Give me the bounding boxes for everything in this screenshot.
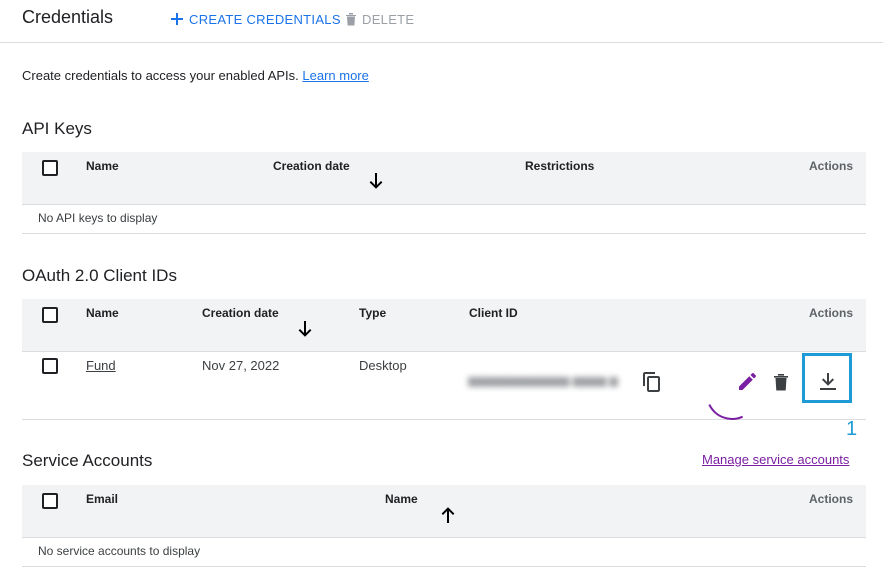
api-keys-empty-text: No API keys to display <box>38 211 158 225</box>
column-restrictions: Restrictions <box>525 159 595 173</box>
column-actions: Actions <box>809 306 854 320</box>
api-keys-title: API Keys <box>22 119 92 138</box>
oauth-title: OAuth 2.0 Client IDs <box>22 266 177 285</box>
client-creation-date: Nov 27, 2022 <box>202 358 280 373</box>
trash-icon <box>346 13 356 26</box>
sort-descending-icon[interactable] <box>297 320 313 338</box>
intro-description: Create credentials to access your enable… <box>22 68 299 83</box>
column-type[interactable]: Type <box>359 306 386 320</box>
oauth-table-header: Name Creation date Type Client ID Action… <box>22 299 866 352</box>
column-name[interactable]: Name <box>385 492 418 506</box>
plus-icon <box>171 13 183 25</box>
delete-client-button[interactable] <box>769 370 793 394</box>
client-name-link[interactable]: Fund <box>86 358 116 373</box>
api-keys-empty-row: No API keys to display <box>22 205 866 234</box>
page-title: Credentials <box>22 7 114 27</box>
copy-icon <box>643 372 660 392</box>
column-name[interactable]: Name <box>86 306 119 320</box>
service-accounts-title: Service Accounts <box>22 451 153 470</box>
column-creation-date[interactable]: Creation date <box>273 159 350 173</box>
column-name[interactable]: Name <box>86 159 119 173</box>
row-checkbox[interactable] <box>42 358 58 374</box>
column-actions: Actions <box>809 159 854 173</box>
delete-button[interactable]: DELETE <box>345 10 414 28</box>
copy-client-id-button[interactable] <box>640 370 664 394</box>
service-accounts-empty-row: No service accounts to display <box>22 538 866 567</box>
sort-ascending-icon[interactable] <box>440 506 456 524</box>
api-keys-select-all-checkbox[interactable] <box>42 160 58 176</box>
oauth-select-all-checkbox[interactable] <box>42 307 58 323</box>
client-type: Desktop <box>359 358 407 373</box>
pencil-icon <box>739 373 756 390</box>
column-creation-date[interactable]: Creation date <box>202 306 279 320</box>
column-actions: Actions <box>809 492 854 506</box>
create-credentials-button[interactable]: CREATE CREDENTIALS <box>170 10 341 28</box>
column-client-id: Client ID <box>469 306 518 320</box>
manage-service-accounts-link[interactable]: Manage service accounts <box>702 452 849 467</box>
intro-text: Create credentials to access your enable… <box>22 68 369 83</box>
client-id-blurred: ▆▆▆▆▆▆▆▆▆▆▆▆ ▆▆▆▆ ▆▆▆ <box>468 375 618 387</box>
create-credentials-label: CREATE CREDENTIALS <box>189 11 341 27</box>
step-callout-number: 1 <box>846 418 858 440</box>
edit-client-button[interactable] <box>735 370 759 394</box>
trash-icon <box>774 374 788 391</box>
api-keys-table-header: Name Creation date Restrictions Actions <box>22 152 866 205</box>
column-email[interactable]: Email <box>86 492 118 506</box>
download-highlight-box <box>802 353 852 403</box>
top-bar: Credentials CREATE CREDENTIALS DELETE <box>0 0 883 43</box>
service-accounts-empty-text: No service accounts to display <box>38 544 201 558</box>
service-accounts-table-header: Email Name Actions <box>22 485 866 538</box>
sort-descending-icon[interactable] <box>368 172 384 190</box>
learn-more-link[interactable]: Learn more <box>302 68 368 83</box>
delete-label: DELETE <box>362 11 415 27</box>
service-accounts-select-all-checkbox[interactable] <box>42 493 58 509</box>
